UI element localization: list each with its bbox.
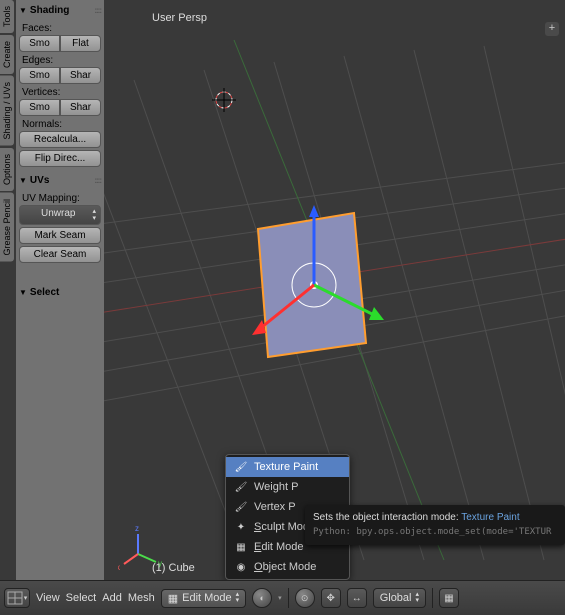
manipulator-translate[interactable]: ↔ bbox=[347, 588, 367, 608]
faces-flat-button[interactable]: Flat bbox=[60, 35, 101, 52]
view-menu[interactable]: View bbox=[36, 592, 60, 604]
updown-icon: ▴▾ bbox=[236, 592, 240, 604]
tooltip-python: Python: bpy.ops.object.mode_set(mode='TE… bbox=[313, 527, 551, 537]
disclosure-icon bbox=[19, 175, 30, 186]
vtab-create[interactable]: Create bbox=[0, 35, 14, 74]
mode-object[interactable]: ◉Object Mode bbox=[226, 557, 349, 577]
pivot-point-button[interactable]: ⊙ bbox=[295, 588, 315, 608]
edges-label: Edges: bbox=[22, 55, 101, 66]
vtab-shading-uvs[interactable]: Shading / UVs bbox=[0, 76, 14, 146]
select-panel-header[interactable]: Select bbox=[19, 285, 101, 302]
brush-icon: 🖌 bbox=[234, 500, 248, 514]
mode-dropdown[interactable]: ▦ Edit Mode ▴▾ bbox=[161, 589, 246, 608]
verts-smooth-button[interactable]: Smo bbox=[19, 99, 60, 116]
mesh-menu[interactable]: Mesh bbox=[128, 592, 155, 604]
chevron-down-icon: ▾ bbox=[24, 594, 28, 602]
edit-icon: ▦ bbox=[234, 540, 248, 554]
grip-icon: :::: bbox=[94, 176, 101, 185]
tooltip-desc: Sets the object interaction mode: bbox=[313, 512, 459, 523]
mode-texture-paint[interactable]: 🖌Texture Paint bbox=[226, 457, 349, 477]
shading-mode-button[interactable]: ◐ bbox=[252, 588, 272, 608]
edges-sharp-button[interactable]: Shar bbox=[60, 67, 101, 84]
uv-mapping-label: UV Mapping: bbox=[22, 193, 101, 204]
orientation-dropdown[interactable]: Global ▴▾ bbox=[373, 588, 426, 608]
viewport-editor-icon bbox=[7, 591, 23, 605]
vtab-tools[interactable]: Tools bbox=[0, 0, 14, 33]
layers-button[interactable]: ▦ bbox=[439, 588, 459, 608]
add-menu[interactable]: Add bbox=[102, 592, 122, 604]
tool-panel: Shading :::: Faces: Smo Flat Edges: Smo … bbox=[16, 0, 104, 580]
uvs-title: UVs bbox=[30, 175, 49, 186]
mode-weight-paint[interactable]: 🖌Weight P bbox=[226, 477, 349, 497]
viewport-header: ▾ View Select Add Mesh ▦ Edit Mode ▴▾ ◐ … bbox=[0, 580, 565, 615]
unwrap-dropdown[interactable]: Unwrap▴▾ bbox=[19, 205, 101, 225]
verts-sharp-button[interactable]: Shar bbox=[60, 99, 101, 116]
vtab-grease-pencil[interactable]: Grease Pencil bbox=[0, 193, 14, 262]
manipulator-toggle[interactable]: ✥ bbox=[321, 588, 341, 608]
svg-text:z: z bbox=[135, 524, 139, 533]
edges-smooth-button[interactable]: Smo bbox=[19, 67, 60, 84]
brush-icon: 🖌 bbox=[234, 460, 248, 474]
brush-icon: 🖌 bbox=[234, 480, 248, 494]
faces-smooth-button[interactable]: Smo bbox=[19, 35, 60, 52]
separator bbox=[432, 588, 433, 608]
tooltip-value: Texture Paint bbox=[461, 512, 519, 523]
object-icon: ◉ bbox=[234, 560, 248, 574]
disclosure-icon bbox=[19, 5, 30, 16]
vertices-label: Vertices: bbox=[22, 87, 101, 98]
recalculate-button[interactable]: Recalcula... bbox=[19, 131, 101, 148]
grip-icon: :::: bbox=[94, 6, 101, 15]
updown-icon: ▴▾ bbox=[415, 592, 419, 604]
mark-seam-button[interactable]: Mark Seam bbox=[19, 227, 101, 244]
chevron-down-icon: ▾ bbox=[278, 594, 282, 602]
edit-mode-icon: ▦ bbox=[168, 592, 178, 605]
updown-icon: ▴▾ bbox=[92, 208, 96, 222]
tooltip: Sets the object interaction mode: Textur… bbox=[305, 505, 565, 545]
vtab-options[interactable]: Options bbox=[0, 148, 14, 191]
normals-label: Normals: bbox=[22, 119, 101, 130]
select-menu[interactable]: Select bbox=[66, 592, 97, 604]
separator bbox=[288, 588, 289, 608]
active-object-label: (1) Cube bbox=[152, 562, 195, 574]
flip-direction-button[interactable]: Flip Direc... bbox=[19, 150, 101, 167]
disclosure-icon bbox=[19, 287, 30, 298]
shading-panel-header[interactable]: Shading :::: bbox=[19, 3, 101, 20]
editor-type-button[interactable]: ▾ bbox=[4, 588, 30, 608]
faces-label: Faces: bbox=[22, 23, 101, 34]
svg-text:x: x bbox=[118, 563, 120, 570]
uvs-panel-header[interactable]: UVs :::: bbox=[19, 173, 101, 190]
shading-title: Shading bbox=[30, 5, 69, 16]
select-title: Select bbox=[30, 287, 59, 298]
clear-seam-button[interactable]: Clear Seam bbox=[19, 246, 101, 263]
sculpt-icon: ✦ bbox=[234, 520, 248, 534]
